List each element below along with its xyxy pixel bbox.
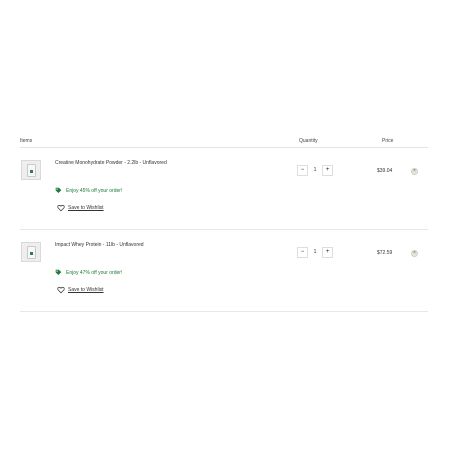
- price-column-header: Price: [382, 138, 394, 144]
- product-image[interactable]: [21, 242, 41, 262]
- decrease-quantity-button[interactable]: −: [297, 165, 308, 176]
- heart-icon: [57, 286, 65, 294]
- remove-item-button[interactable]: ×: [411, 168, 418, 175]
- quantity-stepper: − 1 +: [297, 165, 333, 176]
- item-price: $72.59: [377, 250, 393, 256]
- product-logo-mark: [30, 252, 33, 255]
- product-image[interactable]: [21, 160, 41, 180]
- quantity-stepper: − 1 +: [297, 247, 333, 258]
- tag-icon: [55, 187, 62, 193]
- item-price: $39.04: [377, 168, 393, 174]
- cart-header: Items Quantity Price: [20, 137, 428, 148]
- increase-quantity-button[interactable]: +: [322, 247, 333, 258]
- items-column-header: Items: [20, 138, 33, 144]
- quantity-value[interactable]: 1: [308, 247, 322, 258]
- increase-quantity-button[interactable]: +: [322, 165, 333, 176]
- quantity-value[interactable]: 1: [308, 165, 322, 176]
- promo-text: Enjoy 47% off your order!: [66, 270, 123, 276]
- cart-item: Impact Whey Protein - 11lb - Unflavored …: [20, 230, 428, 312]
- decrease-quantity-button[interactable]: −: [297, 247, 308, 258]
- product-logo-mark: [30, 170, 33, 173]
- product-name-link[interactable]: Creatine Monohydrate Powder - 2.2lb - Un…: [55, 160, 167, 166]
- heart-icon: [57, 204, 65, 212]
- tag-icon: [55, 269, 62, 275]
- wishlist-label: Save to Wishlist: [68, 205, 104, 211]
- product-name-link[interactable]: Impact Whey Protein - 11lb - Unflavored: [55, 242, 144, 248]
- wishlist-label: Save to Wishlist: [68, 287, 104, 293]
- cart-table: Items Quantity Price Creatine Monohydrat…: [20, 137, 428, 312]
- quantity-column-header: Quantity: [299, 138, 318, 144]
- cart-item: Creatine Monohydrate Powder - 2.2lb - Un…: [20, 148, 428, 230]
- promo-text: Enjoy 45% off your order!: [66, 188, 123, 194]
- remove-item-button[interactable]: ×: [411, 250, 418, 257]
